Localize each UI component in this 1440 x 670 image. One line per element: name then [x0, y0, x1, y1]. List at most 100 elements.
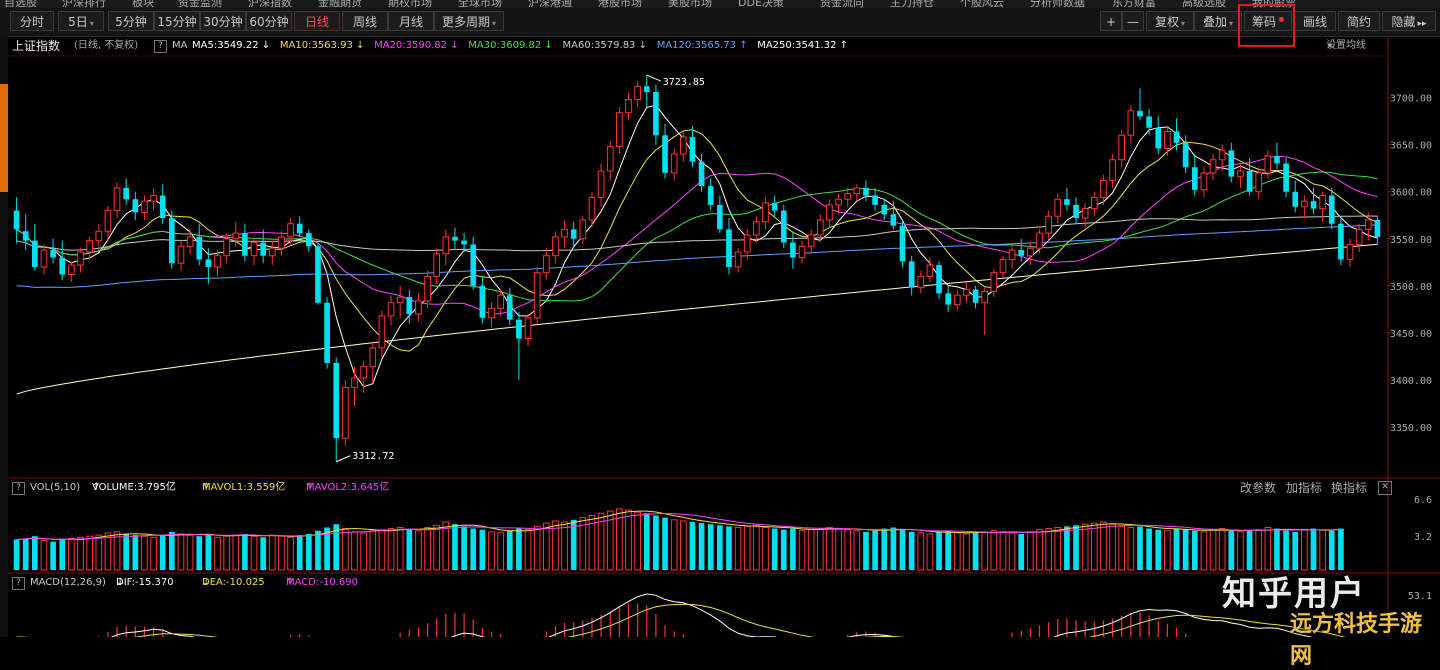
low-label: 3312.72	[352, 451, 394, 462]
candle-body	[1018, 250, 1025, 256]
candle-body	[1355, 228, 1363, 245]
volume-bar	[360, 532, 367, 571]
volume-bar	[497, 532, 504, 571]
close-icon[interactable]: ✕	[1378, 481, 1392, 495]
volume-bar	[807, 529, 815, 571]
volume-bar	[415, 530, 422, 571]
candle-body	[497, 294, 504, 309]
volume-bar	[378, 529, 386, 571]
switch-indicator-button[interactable]: 换指标	[1331, 480, 1367, 496]
candle-body	[689, 137, 696, 162]
dif-text: DIF:-15.370	[116, 577, 174, 588]
volume-bar	[214, 536, 221, 571]
candle-body	[597, 170, 605, 198]
candle-body	[1054, 198, 1062, 217]
candle-body	[1118, 134, 1126, 161]
candle-body	[306, 233, 312, 247]
candle-body	[1319, 194, 1326, 210]
volume-bar	[771, 528, 778, 570]
add-indicator-button[interactable]: 加指标	[1286, 480, 1322, 496]
volume-bar	[844, 529, 852, 571]
candle-body	[625, 99, 632, 114]
volume-bar	[1054, 526, 1062, 571]
volume-bar	[990, 530, 998, 571]
candle-body	[1310, 201, 1317, 209]
candle-body	[1274, 155, 1280, 164]
volume-bar	[1036, 529, 1043, 571]
candle-body	[1255, 172, 1263, 193]
candle-body	[698, 161, 705, 187]
volume-bar	[863, 531, 869, 570]
price-tick-label: 3550.00	[1390, 235, 1432, 246]
candle-body	[634, 85, 641, 101]
candle-body	[1364, 219, 1372, 230]
volume-bar	[461, 526, 467, 570]
candle-body	[780, 210, 787, 243]
help-icon[interactable]: ?	[12, 577, 25, 590]
volume-bar	[232, 534, 240, 571]
price-tick-label: 3450.00	[1390, 329, 1432, 340]
candle-body	[1081, 208, 1089, 219]
candle-body	[1264, 155, 1272, 174]
candle-body	[1090, 196, 1098, 210]
candle-body	[415, 300, 422, 315]
candle-body	[488, 307, 495, 319]
change-params-button[interactable]: 改参数	[1240, 480, 1276, 496]
volume-bar	[1310, 528, 1317, 570]
candle-body	[524, 317, 532, 340]
candle-body	[1218, 149, 1226, 161]
candle-body	[387, 302, 395, 317]
candle-body	[1173, 131, 1180, 143]
candle-body	[86, 240, 93, 253]
candle-body	[1064, 199, 1070, 205]
candle-body	[1374, 219, 1381, 237]
volume-bar	[816, 528, 824, 571]
candle-body	[1164, 131, 1171, 149]
candle-body	[552, 236, 559, 257]
candle-body	[516, 319, 522, 339]
candle-body	[606, 146, 614, 172]
volume-bar	[726, 526, 732, 570]
candle-body	[953, 294, 961, 306]
candle-body	[1146, 116, 1152, 128]
volume-bar	[762, 526, 769, 571]
volume-bar	[1045, 528, 1052, 571]
volume-bar	[1064, 526, 1070, 570]
volume-bar	[634, 511, 641, 571]
candle-body	[816, 219, 824, 236]
volume-bar	[306, 534, 312, 570]
candle-body	[77, 251, 84, 266]
candle-body	[999, 258, 1007, 274]
chart-canvas[interactable]: 3700.00 3650.00 3600.00 3550.00 3500.00 3450.…	[0, 0, 1440, 637]
candle-body	[1346, 243, 1354, 260]
candle-body	[835, 198, 842, 206]
volume-bar	[734, 526, 742, 571]
candle-body	[917, 275, 925, 289]
arrow-up-icon: ↑	[306, 482, 315, 493]
candle-body	[707, 186, 714, 205]
candle-body	[1228, 150, 1235, 177]
volume-bar	[945, 530, 951, 570]
high-label: 3723.85	[663, 77, 705, 88]
volume-bar	[1264, 526, 1272, 571]
volume-bar	[296, 535, 303, 570]
volume-bar	[396, 526, 404, 571]
candle-body	[196, 236, 203, 260]
volume-bars	[13, 508, 1344, 571]
volume-bar	[1100, 521, 1107, 571]
volume-bar	[1209, 529, 1217, 571]
candle-body	[1073, 204, 1079, 219]
candle-body	[461, 240, 467, 245]
volume-bar	[470, 528, 477, 570]
help-icon[interactable]: ?	[12, 482, 25, 495]
volume-bar	[643, 513, 650, 570]
volume-bar	[95, 534, 103, 571]
dea-text: DEA:-10.025	[202, 577, 265, 588]
candle-body	[68, 264, 75, 276]
candle-body	[807, 234, 815, 247]
candle-body	[40, 249, 48, 268]
volume-bar	[953, 532, 961, 571]
candle-body	[296, 223, 303, 234]
volume-bar	[533, 525, 541, 571]
low-marker-line	[336, 455, 351, 463]
